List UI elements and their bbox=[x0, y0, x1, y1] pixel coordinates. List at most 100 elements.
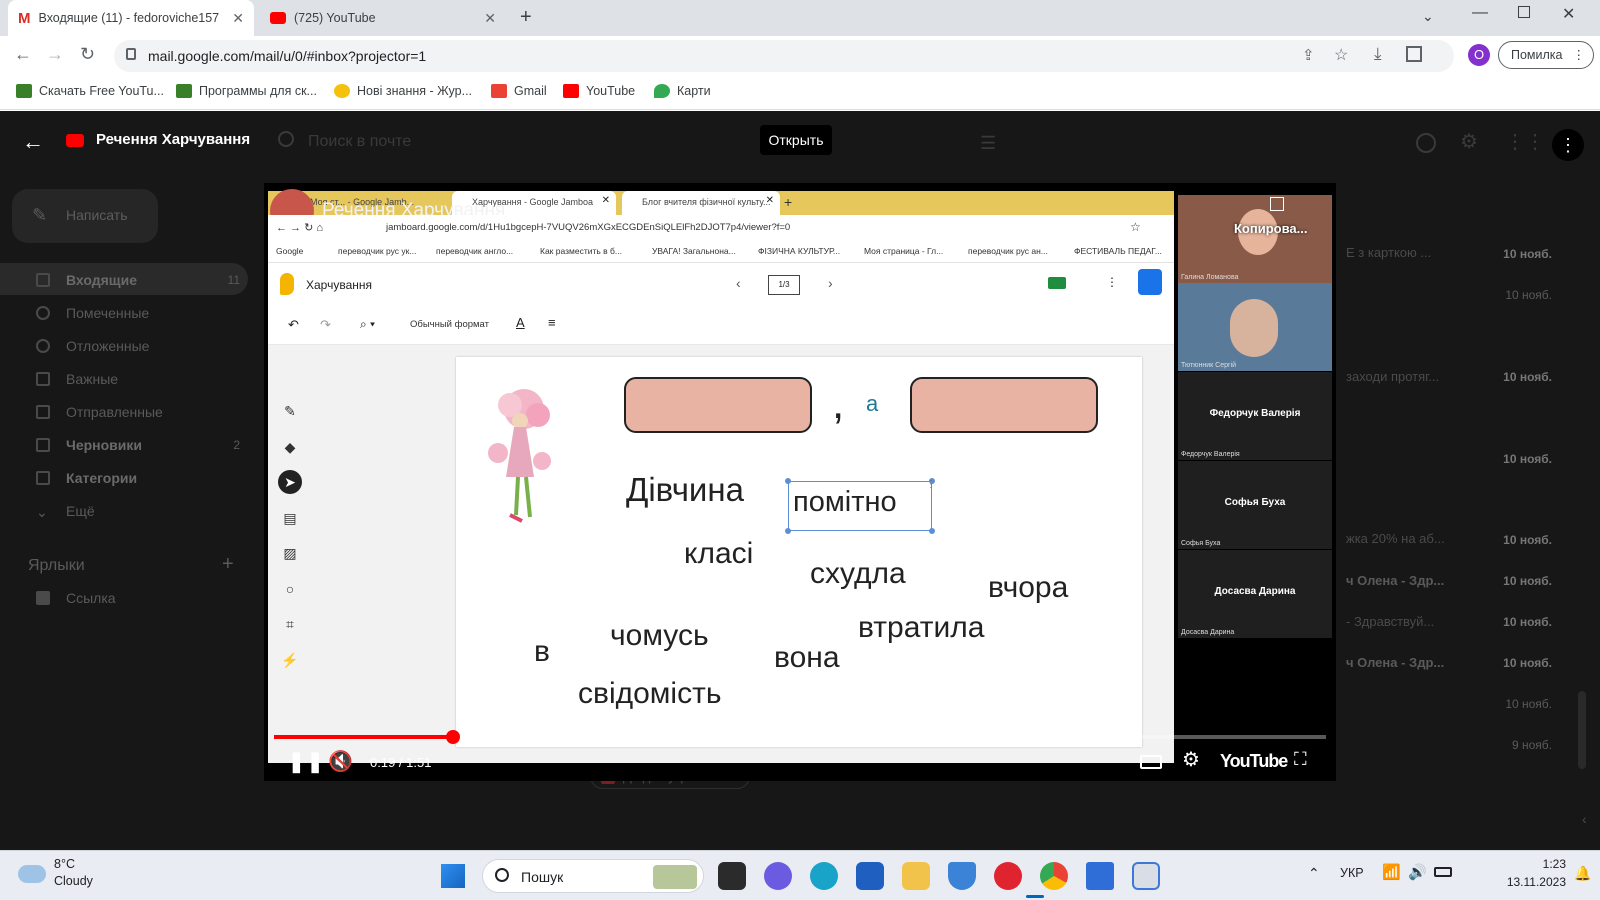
participant-label: Досасва Дарина bbox=[1214, 586, 1296, 597]
progress-track[interactable] bbox=[274, 730, 1326, 744]
maximize-button[interactable] bbox=[1518, 6, 1530, 18]
mute-icon[interactable]: 🔇 bbox=[328, 749, 353, 774]
circle-icon: ○ bbox=[285, 581, 295, 597]
bookmark-item[interactable]: Программы для ск... bbox=[176, 84, 317, 98]
reload-icon[interactable]: ↻ bbox=[80, 44, 95, 65]
compose-button[interactable]: ✎ Написать bbox=[12, 189, 158, 243]
nav-more[interactable]: ⌄ Ещё bbox=[36, 500, 95, 522]
video-player[interactable]: Моя ст... - Google Jamb... Харчування - … bbox=[264, 183, 1336, 781]
jamboard-frame: , а Дівчина помітно ⋮ класі схудла вчора… bbox=[456, 357, 1142, 747]
nav-snoozed[interactable]: Отложенные bbox=[36, 335, 149, 357]
tab-search-icon[interactable]: ⌄ bbox=[1422, 8, 1434, 25]
clock-time[interactable]: 1:23 bbox=[1502, 857, 1566, 871]
mail-date: 10 нояб. bbox=[1505, 288, 1552, 302]
text-color-icon: A bbox=[516, 315, 525, 330]
volume-icon[interactable]: 🔊 bbox=[1408, 863, 1427, 881]
word-card-selected: помітно bbox=[793, 486, 897, 518]
word-card: схудла bbox=[810, 557, 906, 590]
chevron-down-icon: ⌄ bbox=[36, 504, 48, 520]
subtitles-icon[interactable] bbox=[1140, 755, 1162, 769]
scrollbar[interactable] bbox=[1578, 691, 1586, 769]
forward-arrow-icon[interactable]: → bbox=[46, 44, 64, 65]
nav-inbox[interactable]: Входящие 11 bbox=[36, 269, 240, 291]
bookmark-star-icon[interactable]: ☆ bbox=[1334, 45, 1348, 65]
more-vert-icon[interactable]: ⋮ bbox=[1552, 129, 1584, 161]
notification-bell-icon[interactable]: 🔔 bbox=[1574, 865, 1591, 882]
nav-drafts[interactable]: Черновики 2 bbox=[36, 434, 240, 456]
resize-handle bbox=[785, 528, 791, 534]
snipping-tool-icon[interactable] bbox=[1132, 862, 1160, 890]
back-arrow-icon[interactable]: ← bbox=[14, 44, 32, 65]
document-icon[interactable] bbox=[1086, 862, 1114, 890]
participant-name: Софья Буха bbox=[1181, 540, 1221, 547]
gmail-sidebar: ✎ Написать Входящие 11 Помеченные Отложен… bbox=[0, 111, 260, 850]
mail-date: 10 нояб. bbox=[1503, 656, 1552, 670]
chevron-left-icon[interactable]: ‹ bbox=[1582, 811, 1587, 827]
open-button[interactable]: Открыть bbox=[760, 125, 832, 155]
close-icon[interactable]: ✕ bbox=[484, 10, 496, 27]
close-window-button[interactable]: ✕ bbox=[1562, 4, 1575, 24]
share-button bbox=[1138, 269, 1162, 295]
tab-gmail[interactable]: M Входящие (11) - fedoroviche157 ✕ bbox=[8, 0, 254, 36]
format-dropdown: Обычный формат bbox=[410, 319, 489, 330]
task-view-icon[interactable] bbox=[718, 862, 746, 890]
participant-tile: Тютюнник Сергій bbox=[1178, 283, 1332, 371]
input-language[interactable]: УКР bbox=[1340, 866, 1364, 880]
participant-label: Софья Буха bbox=[1224, 497, 1286, 508]
chevron-up-icon[interactable]: ⌃ bbox=[1308, 865, 1320, 882]
opera-icon[interactable] bbox=[994, 862, 1022, 890]
tab-title: Входящие (11) - fedoroviche157 bbox=[38, 11, 220, 25]
clock-date[interactable]: 13.11.2023 bbox=[1480, 875, 1566, 889]
bookmark-item[interactable]: Gmail bbox=[491, 84, 547, 98]
bookmark-item[interactable]: Нові знання - Жур... bbox=[334, 84, 472, 98]
important-icon bbox=[36, 372, 50, 386]
tab-youtube[interactable]: (725) YouTube ✕ bbox=[260, 0, 506, 36]
bookmark-item[interactable]: Скачать Free YouTu... bbox=[16, 84, 164, 98]
battery-icon[interactable] bbox=[1434, 867, 1452, 877]
chat-icon[interactable] bbox=[764, 862, 792, 890]
share-icon[interactable]: ⇪ bbox=[1302, 46, 1315, 64]
bookmarks-bar: Скачать Free YouTu... Программы для ск..… bbox=[0, 76, 1600, 110]
side-panel-icon[interactable] bbox=[1406, 46, 1422, 62]
file-explorer-icon[interactable] bbox=[902, 862, 930, 890]
participant-tile: Федорчук Валерія Федорчук Валерія bbox=[1178, 372, 1332, 460]
taskbar-search[interactable]: Пошук bbox=[482, 859, 704, 893]
back-arrow-icon[interactable]: ← bbox=[22, 129, 44, 155]
chrome-icon[interactable] bbox=[1040, 862, 1068, 890]
close-icon[interactable]: ✕ bbox=[232, 10, 244, 27]
mail-date: 10 нояб. bbox=[1503, 533, 1552, 547]
nav-starred[interactable]: Помеченные bbox=[36, 302, 149, 324]
bookmark-item[interactable]: YouTube bbox=[563, 84, 635, 98]
wifi-icon[interactable]: 📶 bbox=[1382, 863, 1401, 881]
edge-icon[interactable] bbox=[810, 862, 838, 890]
minimize-button[interactable]: — bbox=[1472, 4, 1488, 22]
browser-tab-bar: M Входящие (11) - fedoroviche157 ✕ (725)… bbox=[0, 0, 1600, 36]
word-card: класі bbox=[684, 537, 754, 570]
flower-fairy-image bbox=[488, 389, 551, 523]
pause-button[interactable]: ❚❚ bbox=[288, 749, 326, 774]
error-button[interactable]: Помилка ⋮ bbox=[1498, 41, 1594, 69]
nav-sent[interactable]: Отправленные bbox=[36, 401, 163, 423]
mail-date: 10 нояб. bbox=[1503, 370, 1552, 384]
apps-grid-icon: ⋮⋮ bbox=[1505, 131, 1545, 153]
store-icon[interactable] bbox=[856, 862, 884, 890]
youtube-logo[interactable]: YouTube bbox=[1220, 751, 1288, 772]
label-item[interactable]: Ссылка bbox=[36, 587, 116, 609]
participant-name: Досасва Дарина bbox=[1181, 629, 1235, 636]
fullscreen-icon[interactable]: ⛶ bbox=[1294, 749, 1307, 770]
bookmark-item[interactable]: Карти bbox=[654, 84, 711, 98]
resize-handle bbox=[785, 478, 791, 484]
nav-categories[interactable]: Категории bbox=[36, 467, 137, 489]
inner-bookmarks: Google переводчик рус ук... переводчик а… bbox=[268, 241, 1174, 263]
nav-important[interactable]: Важные bbox=[36, 368, 118, 390]
gear-icon[interactable]: ⚙ bbox=[1182, 747, 1200, 772]
new-tab-button[interactable]: + bbox=[520, 6, 532, 29]
windows-start-icon[interactable] bbox=[441, 864, 465, 888]
add-label-icon[interactable]: + bbox=[222, 553, 234, 576]
security-shield-icon[interactable] bbox=[948, 862, 976, 890]
profile-avatar[interactable]: O bbox=[1468, 44, 1490, 66]
laser-icon: ⚡ bbox=[281, 651, 299, 668]
download-icon[interactable]: ⤓ bbox=[1374, 44, 1382, 64]
progress-scrubber[interactable] bbox=[445, 730, 460, 744]
address-bar[interactable]: mail.google.com/mail/u/0/#inbox?projecto… bbox=[114, 40, 1454, 72]
